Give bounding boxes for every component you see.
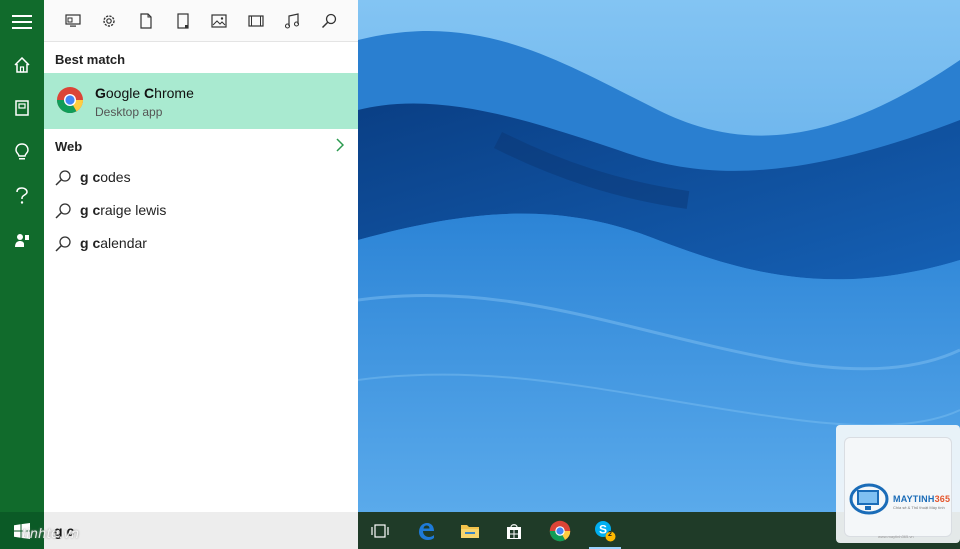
- search-results-panel: Best match Google Chrome Desktop app Web…: [44, 0, 358, 512]
- photos-icon[interactable]: [208, 10, 230, 32]
- chevron-right-icon[interactable]: [336, 138, 345, 157]
- notebook-icon[interactable]: [0, 88, 44, 128]
- apps-icon[interactable]: [62, 10, 84, 32]
- watermark-text: tinhte.vn: [22, 525, 80, 541]
- hamburger-menu-icon[interactable]: [0, 2, 44, 42]
- cortana-sidebar: [0, 0, 44, 512]
- web-search-icon[interactable]: [318, 10, 340, 32]
- web-suggestion-item[interactable]: g craige lewis: [44, 196, 358, 226]
- best-match-result[interactable]: Google Chrome Desktop app: [44, 73, 358, 129]
- web-suggestion-text: g codes: [80, 169, 131, 185]
- best-match-heading: Best match: [55, 52, 126, 67]
- search-icon: [55, 236, 71, 252]
- svg-text:S: S: [599, 522, 607, 536]
- home-icon[interactable]: [0, 45, 44, 85]
- store-icon[interactable]: [492, 512, 536, 549]
- settings-icon[interactable]: [98, 10, 120, 32]
- site-logo-overlay: MAYTINH365 Chia sẻ & Thủ thuật Máy tính …: [836, 425, 960, 543]
- task-view-icon[interactable]: [358, 512, 402, 549]
- skype-icon[interactable]: S 2: [583, 512, 627, 549]
- web-suggestion-item[interactable]: g codes: [44, 163, 358, 193]
- lightbulb-icon[interactable]: [0, 132, 44, 172]
- chrome-icon[interactable]: [538, 512, 582, 549]
- folders-icon[interactable]: [172, 10, 194, 32]
- help-icon[interactable]: [0, 176, 44, 216]
- feedback-icon[interactable]: [0, 220, 44, 260]
- logo-url: www.maytinh365.vn: [878, 534, 914, 539]
- best-match-title: Google Chrome: [95, 85, 194, 101]
- logo-monitor-icon: [849, 483, 889, 515]
- documents-icon[interactable]: [135, 10, 157, 32]
- best-match-subtitle: Desktop app: [95, 105, 163, 119]
- search-icon: [55, 170, 71, 186]
- taskbar-search-box[interactable]: g c tinhte.vn: [0, 512, 358, 549]
- videos-icon[interactable]: [245, 10, 267, 32]
- chrome-icon: [56, 87, 84, 114]
- music-icon[interactable]: [281, 10, 303, 32]
- logo-card: MAYTINH365 Chia sẻ & Thủ thuật Máy tính: [844, 437, 952, 537]
- web-suggestion-text: g craige lewis: [80, 202, 167, 218]
- search-icon: [55, 203, 71, 219]
- edge-icon[interactable]: [404, 512, 448, 549]
- web-suggestion-item[interactable]: g calendar: [44, 229, 358, 259]
- search-filter-bar: [44, 0, 358, 42]
- logo-tagline: Chia sẻ & Thủ thuật Máy tính: [893, 505, 945, 510]
- skype-badge-count: 2: [608, 531, 612, 538]
- web-suggestion-text: g calendar: [80, 235, 147, 251]
- web-heading: Web: [55, 139, 83, 154]
- logo-wordmark: MAYTINH365: [893, 494, 951, 504]
- file-explorer-icon[interactable]: [448, 512, 492, 549]
